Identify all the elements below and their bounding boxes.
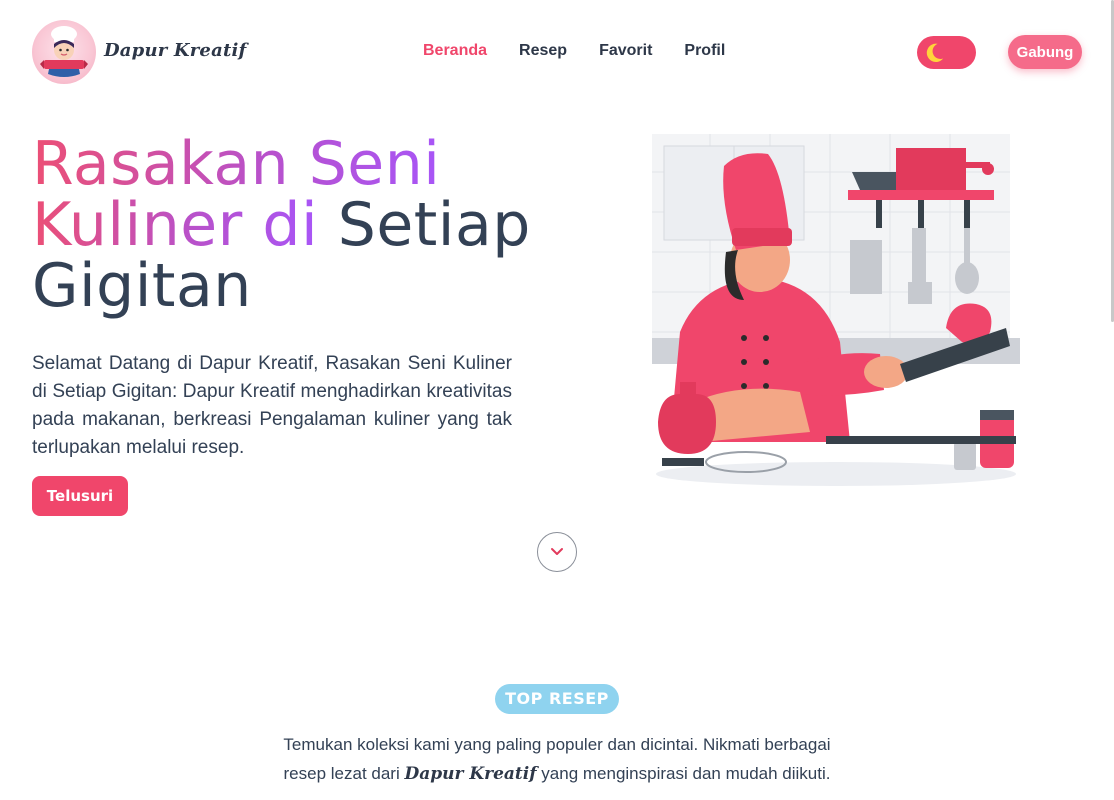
- top-recipe-desc-brand: Dapur Kreatif: [404, 764, 537, 784]
- scroll-down-button[interactable]: [537, 532, 577, 572]
- hero-title-part1: Rasakan Seni: [32, 129, 441, 199]
- chevron-down-icon: [551, 548, 563, 555]
- navbar: Dapur Kreatif Beranda Resep Favorit Prof…: [0, 0, 1114, 104]
- top-recipe-badge: TOP RESEP: [495, 684, 619, 714]
- nav-item-beranda[interactable]: Beranda: [423, 42, 487, 60]
- top-recipe-description: Temukan koleksi kami yang paling populer…: [270, 730, 844, 789]
- main-nav: Beranda Resep Favorit Profil: [423, 42, 725, 60]
- brand-name[interactable]: Dapur Kreatif: [104, 40, 246, 61]
- theme-toggle[interactable]: [917, 36, 976, 69]
- chef-cooking-illustration: [652, 134, 1020, 486]
- hero-title-part4: Gigitan: [32, 251, 252, 321]
- logo[interactable]: [32, 20, 96, 84]
- hero-title-part3: Setiap: [337, 190, 531, 260]
- explore-button[interactable]: Telusuri: [32, 476, 128, 516]
- top-recipe-desc-after: yang menginspirasi dan mudah diikuti.: [541, 764, 831, 783]
- hero-description: Selamat Datang di Dapur Kreatif, Rasakan…: [32, 353, 512, 458]
- hero-title-part2: Kuliner di: [32, 190, 319, 260]
- moon-icon: [926, 43, 944, 63]
- join-button[interactable]: Gabung: [1008, 35, 1082, 69]
- chef-logo-icon: [40, 26, 88, 77]
- nav-item-resep[interactable]: Resep: [519, 42, 567, 60]
- nav-item-favorit[interactable]: Favorit: [599, 42, 652, 60]
- nav-item-profil[interactable]: Profil: [684, 42, 725, 60]
- hero-title: Rasakan Seni Kuliner di Setiap Gigitan: [32, 134, 552, 317]
